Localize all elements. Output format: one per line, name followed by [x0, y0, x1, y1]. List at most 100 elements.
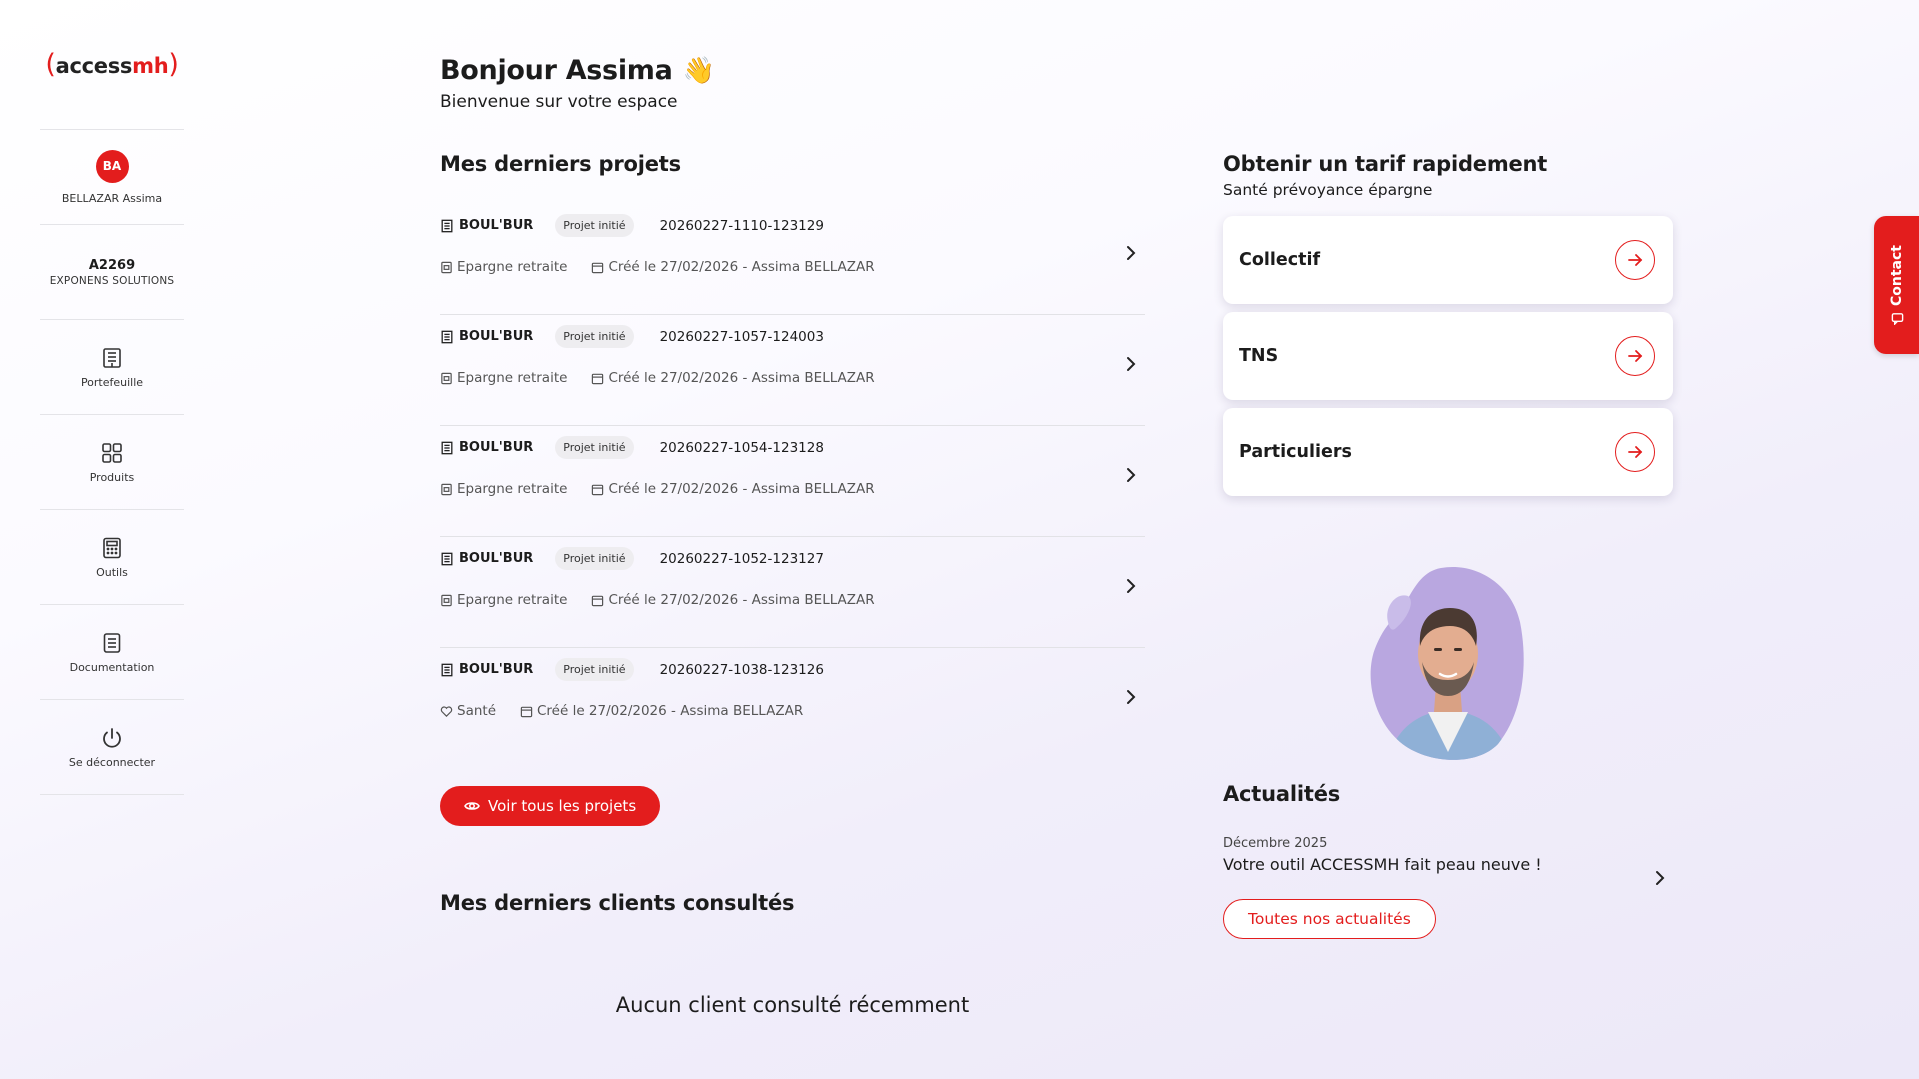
user-name: BELLAZAR Assima: [61, 191, 163, 205]
chevron-right-icon: [1127, 579, 1136, 593]
view-all-projects-button[interactable]: Voir tous les projets: [440, 786, 661, 826]
building-icon: [441, 330, 453, 343]
project-category: Epargne retraite: [457, 259, 568, 275]
project-row[interactable]: BOUL'BUR Projet initié 20260227-1057-124…: [440, 315, 1145, 426]
grid-icon: [102, 442, 122, 463]
chevron-right-icon: [1656, 871, 1665, 885]
calendar-icon: [592, 484, 604, 495]
project-header: BOUL'BUR Projet initié 20260227-1110-123…: [440, 214, 824, 237]
savings-icon: [441, 261, 452, 273]
quote-title: Obtenir un tarif rapidement: [1223, 152, 1548, 176]
building-icon: [441, 552, 453, 565]
chevron-right-icon: [1127, 690, 1136, 704]
arrow-right-icon: [1615, 432, 1655, 472]
project-details: Epargne retraite Créé le 27/02/2026 - As…: [440, 370, 875, 386]
savings-icon: [441, 594, 452, 606]
project-company: BOUL'BUR: [459, 329, 534, 344]
quote-option-tns[interactable]: TNS: [1223, 312, 1673, 400]
project-company: BOUL'BUR: [459, 662, 534, 677]
project-header: BOUL'BUR Projet initié 20260227-1057-124…: [440, 325, 824, 348]
greeting: Bonjour Assima 👋 Bienvenue sur votre esp…: [440, 55, 715, 112]
power-icon: [103, 727, 121, 748]
chat-icon: [1890, 313, 1903, 325]
page-title-text: Bonjour Assima: [440, 55, 673, 86]
sidebar-item-logout[interactable]: Se déconnecter: [40, 700, 184, 795]
project-created: Créé le 27/02/2026 - Assima BELLAZAR: [608, 259, 875, 275]
status-badge: Projet initié: [555, 547, 634, 570]
project-row[interactable]: BOUL'BUR Projet initié 20260227-1110-123…: [440, 204, 1145, 315]
sidebar-item-label: Se déconnecter: [68, 755, 156, 769]
quote-option-label: TNS: [1239, 346, 1279, 366]
project-header: BOUL'BUR Projet initié 20260227-1052-123…: [440, 547, 824, 570]
project-row[interactable]: BOUL'BUR Projet initié 20260227-1038-123…: [440, 648, 1145, 759]
logo-text: (accessmh): [45, 49, 179, 80]
project-company: BOUL'BUR: [459, 440, 534, 455]
view-all-projects-label: Voir tous les projets: [488, 797, 637, 815]
building-icon: [441, 663, 453, 676]
arrow-right-icon: [1615, 240, 1655, 280]
sidebar-item-documentation[interactable]: Documentation: [40, 605, 184, 700]
user-profile[interactable]: BA BELLAZAR Assima: [40, 130, 184, 225]
project-reference: 20260227-1057-124003: [659, 328, 824, 345]
all-news-button[interactable]: Toutes nos actualités: [1223, 899, 1436, 939]
document-icon: [103, 632, 121, 653]
project-details: Epargne retraite Créé le 27/02/2026 - As…: [440, 481, 875, 497]
quote-subtitle: Santé prévoyance épargne: [1223, 181, 1433, 199]
savings-icon: [441, 372, 452, 384]
news-headline: Votre outil ACCESSMH fait peau neuve !: [1223, 855, 1542, 874]
agency-name: EXPONENS SOLUTIONS: [49, 274, 175, 287]
project-created: Créé le 27/02/2026 - Assima BELLAZAR: [608, 481, 875, 497]
logo-paren-left: (: [45, 49, 56, 80]
sidebar-item-label: Outils: [96, 565, 128, 579]
calendar-icon: [520, 706, 533, 717]
news-title: Actualités: [1223, 782, 1341, 806]
project-category: Epargne retraite: [457, 592, 568, 608]
chevron-right-icon: [1127, 246, 1136, 260]
sidebar-item-outils[interactable]: Outils: [40, 510, 184, 605]
project-category: Epargne retraite: [457, 370, 568, 386]
building-icon: [441, 219, 453, 232]
logo-accent: mh: [132, 54, 169, 78]
news-section: Actualités Décembre 2025 Votre outil ACC…: [1223, 782, 1673, 939]
building-icon: [103, 347, 121, 368]
project-company: BOUL'BUR: [459, 551, 534, 566]
project-row[interactable]: BOUL'BUR Projet initié 20260227-1054-123…: [440, 426, 1145, 537]
sidebar-item-produits[interactable]: Produits: [40, 415, 184, 510]
status-badge: Projet initié: [555, 658, 634, 681]
project-reference: 20260227-1038-123126: [659, 661, 824, 678]
chevron-right-icon: [1127, 468, 1136, 482]
calendar-icon: [592, 262, 604, 273]
project-reference: 20260227-1054-123128: [659, 439, 824, 456]
status-badge: Projet initié: [555, 325, 634, 348]
quote-options: Collectif TNS Particuliers: [1223, 216, 1673, 496]
project-row[interactable]: BOUL'BUR Projet initié 20260227-1052-123…: [440, 537, 1145, 648]
sidebar-item-portefeuille[interactable]: Portefeuille: [40, 320, 184, 415]
avatar: BA: [95, 149, 129, 183]
project-list: BOUL'BUR Projet initié 20260227-1110-123…: [440, 204, 1145, 759]
quote-option-particuliers[interactable]: Particuliers: [1223, 408, 1673, 496]
contact-tab[interactable]: Contact: [1874, 216, 1919, 354]
arrow-right-icon: [1615, 336, 1655, 376]
recent-projects: Mes derniers projets BOUL'BUR Projet ini…: [440, 152, 1145, 759]
waving-hand-icon: 👋: [682, 55, 715, 86]
quote-option-label: Collectif: [1239, 250, 1321, 270]
agency-code: A2269: [88, 257, 136, 273]
sidebar-item-label: Produits: [89, 470, 135, 484]
project-category: Santé: [457, 703, 496, 719]
project-reference: 20260227-1052-123127: [659, 550, 824, 567]
project-created: Créé le 27/02/2026 - Assima BELLAZAR: [608, 370, 875, 386]
chevron-right-icon: [1127, 357, 1136, 371]
project-created: Créé le 27/02/2026 - Assima BELLAZAR: [537, 703, 804, 719]
project-details: Epargne retraite Créé le 27/02/2026 - As…: [440, 592, 875, 608]
quote-option-collectif[interactable]: Collectif: [1223, 216, 1673, 304]
project-details: Epargne retraite Créé le 27/02/2026 - As…: [440, 259, 875, 275]
news-item[interactable]: Décembre 2025 Votre outil ACCESSMH fait …: [1223, 836, 1673, 885]
clients-empty-message: Aucun client consulté récemment: [615, 993, 970, 1017]
project-reference: 20260227-1110-123129: [659, 217, 824, 234]
savings-icon: [441, 483, 452, 495]
logo-paren-right: ): [168, 49, 179, 80]
accessmh-logo[interactable]: (accessmh): [40, 0, 184, 130]
project-header: BOUL'BUR Projet initié 20260227-1054-123…: [440, 436, 824, 459]
project-category: Epargne retraite: [457, 481, 568, 497]
contact-tab-label: Contact: [1888, 245, 1905, 306]
